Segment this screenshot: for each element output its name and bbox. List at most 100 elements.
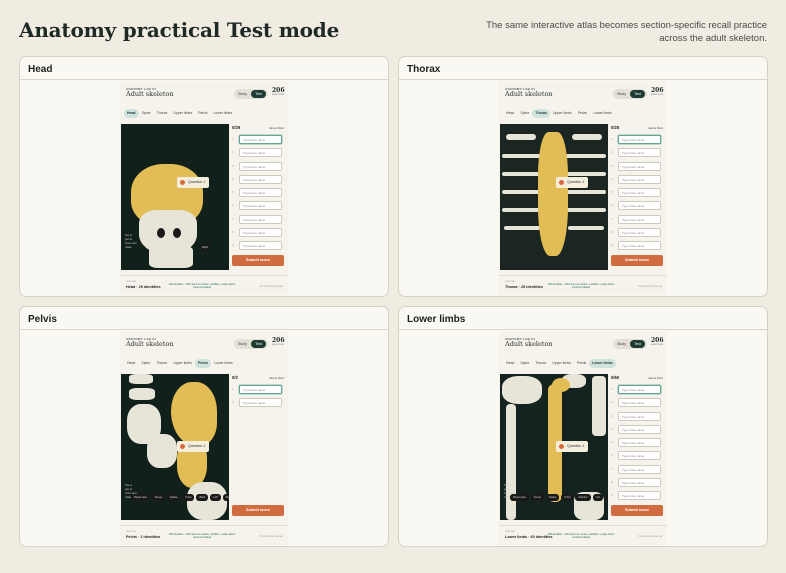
submit-score-button[interactable]: Submit score (232, 505, 284, 516)
tab-head[interactable]: Head (124, 109, 139, 118)
view-right-button[interactable]: Right (604, 494, 608, 501)
question-marker[interactable]: Question 1 (556, 177, 589, 188)
progress-count: 0/60 (611, 375, 620, 380)
answer-input[interactable]: Type bone name (618, 424, 661, 434)
view-front-button[interactable]: Front (182, 494, 195, 501)
view-focus-button[interactable]: Focus (530, 494, 544, 501)
mode-test-button[interactable]: Test (630, 90, 645, 98)
tab-head[interactable]: Head (503, 109, 517, 118)
mode-study-button[interactable]: Study (238, 342, 247, 346)
labels-filled-caption: labels filled (269, 126, 284, 130)
answer-input[interactable]: Type bone name (618, 188, 661, 198)
answer-row: 6 Type bone name (611, 200, 663, 213)
answer-input[interactable]: Type bone name (618, 228, 661, 238)
answer-input[interactable]: Type bone name (618, 411, 661, 421)
answer-input[interactable]: Type bone name (618, 464, 661, 474)
view-isolate-button[interactable]: Isolate (166, 494, 181, 501)
submit-score-button[interactable]: Submit score (611, 505, 663, 516)
submit-score-button[interactable]: Submit score (611, 255, 663, 266)
tab-thorax[interactable]: Thorax (153, 359, 170, 368)
view-reset-view-button[interactable]: Reset view (131, 494, 150, 501)
answer-input[interactable]: Type bone name (618, 385, 661, 394)
view-reset-view-button[interactable]: Reset view (510, 494, 529, 501)
mode-test-button[interactable]: Test (630, 340, 645, 348)
atlas-viewport[interactable]: Question 1 Tap or pan to zoom and rotate R… (500, 374, 608, 520)
view-controls: Reset viewFocusIsolateFrontAnteriorLeftR… (510, 494, 608, 501)
answer-input[interactable]: Type bone name (239, 148, 282, 158)
view-anterior-button[interactable]: Anterior (575, 494, 591, 501)
view-right-button[interactable]: Right (199, 244, 212, 251)
answer-input[interactable]: Type bone name (618, 161, 661, 171)
answer-input[interactable]: Type bone name (239, 398, 282, 408)
tab-pelvis[interactable]: Pelvis (574, 359, 589, 368)
tab-spine[interactable]: Spine (139, 109, 154, 118)
tab-spine[interactable]: Spine (517, 109, 532, 118)
mode-toggle[interactable]: Study Test (234, 339, 268, 349)
answer-input[interactable]: Type bone name (239, 161, 282, 171)
answer-input[interactable]: Type bone name (618, 148, 661, 158)
answer-input[interactable]: Type bone name (239, 135, 282, 144)
answer-number: 9 (232, 244, 234, 248)
mode-test-button[interactable]: Test (251, 90, 266, 98)
view-isolate-button[interactable]: Isolate (545, 494, 560, 501)
tab-thorax[interactable]: Thorax (154, 109, 171, 118)
tab-upper-limbs[interactable]: Upper limbs (549, 359, 574, 368)
tab-head[interactable]: Head (503, 359, 517, 368)
atlas-viewport[interactable]: Question 1 Tap or pan to zoom and rotate R… (121, 124, 229, 270)
answer-input[interactable]: Type bone name (618, 491, 661, 501)
view-focus-button[interactable]: Focus (151, 494, 165, 501)
answer-input[interactable]: Type bone name (239, 241, 282, 251)
answer-input[interactable]: Type bone name (618, 438, 661, 448)
question-marker[interactable]: Question 1 (556, 441, 589, 452)
mode-study-button[interactable]: Study (238, 92, 247, 96)
tab-upper-limbs[interactable]: Upper limbs (550, 109, 575, 118)
view-left-button[interactable]: Left (210, 494, 221, 501)
answer-input[interactable]: Type bone name (239, 214, 282, 224)
tab-thorax[interactable]: Thorax (532, 109, 550, 118)
answer-input[interactable]: Type bone name (239, 385, 282, 394)
view-left-button[interactable]: Left (592, 494, 603, 501)
mode-toggle[interactable]: Study Test (613, 89, 647, 99)
tab-spine[interactable]: Spine (517, 359, 532, 368)
tab-spine[interactable]: Spine (138, 359, 153, 368)
answer-input[interactable]: Type bone name (618, 214, 661, 224)
answer-input[interactable]: Type bone name (618, 241, 661, 251)
answer-input[interactable]: Type bone name (239, 174, 282, 184)
answer-input[interactable]: Type bone name (618, 451, 661, 461)
answer-input[interactable]: Type bone name (618, 201, 661, 211)
tab-pelvis[interactable]: Pelvis (194, 359, 212, 368)
mode-study-button[interactable]: Study (617, 342, 626, 346)
question-marker[interactable]: Question 1 (177, 177, 210, 188)
screenshot-panel: Pelvis ANATOMY LAB 01 Adult skeleton Study T… (19, 306, 389, 547)
answer-input[interactable]: Type bone name (239, 188, 282, 198)
view-front-button[interactable]: Front (561, 494, 574, 501)
answer-input[interactable]: Type bone name (239, 228, 282, 238)
view-back-button[interactable]: Back (196, 494, 209, 501)
answer-input[interactable]: Type bone name (239, 201, 282, 211)
answer-input[interactable]: Type bone name (618, 135, 661, 144)
submit-score-button[interactable]: Submit score (232, 255, 284, 266)
answer-input[interactable]: Type bone name (618, 478, 661, 488)
answer-input[interactable]: Type bone name (618, 174, 661, 184)
tab-lower-limbs[interactable]: Lower limbs (589, 359, 616, 368)
mode-test-button[interactable]: Test (251, 340, 266, 348)
atlas-viewport[interactable]: Question 1 Tap or pan to zoom and rotate R… (121, 374, 229, 520)
atlas-viewport[interactable]: Question 1 (500, 124, 608, 270)
tab-thorax[interactable]: Thorax (532, 359, 549, 368)
tab-lower-limbs[interactable]: Lower limbs (210, 109, 235, 118)
tab-upper-limbs[interactable]: Upper limbs (170, 109, 195, 118)
app-header: ANATOMY LAB 01 Adult skeleton Study Test 206… (499, 81, 667, 105)
mode-toggle[interactable]: Study Test (613, 339, 647, 349)
tab-head[interactable]: Head (124, 359, 138, 368)
view-right-button[interactable]: Right (222, 494, 229, 501)
mode-toggle[interactable]: Study Test (234, 89, 268, 99)
answer-row: 2 Type bone name (611, 397, 663, 410)
question-marker[interactable]: Question 1 (177, 441, 210, 452)
tab-pelvis[interactable]: Pelvis (195, 109, 210, 118)
tab-lower-limbs[interactable]: Lower limbs (590, 109, 615, 118)
tab-lower-limbs[interactable]: Lower limbs (211, 359, 236, 368)
tab-upper-limbs[interactable]: Upper limbs (170, 359, 195, 368)
mode-study-button[interactable]: Study (617, 92, 626, 96)
answer-input[interactable]: Type bone name (618, 398, 661, 408)
tab-pelvis[interactable]: Pelvis (575, 109, 590, 118)
